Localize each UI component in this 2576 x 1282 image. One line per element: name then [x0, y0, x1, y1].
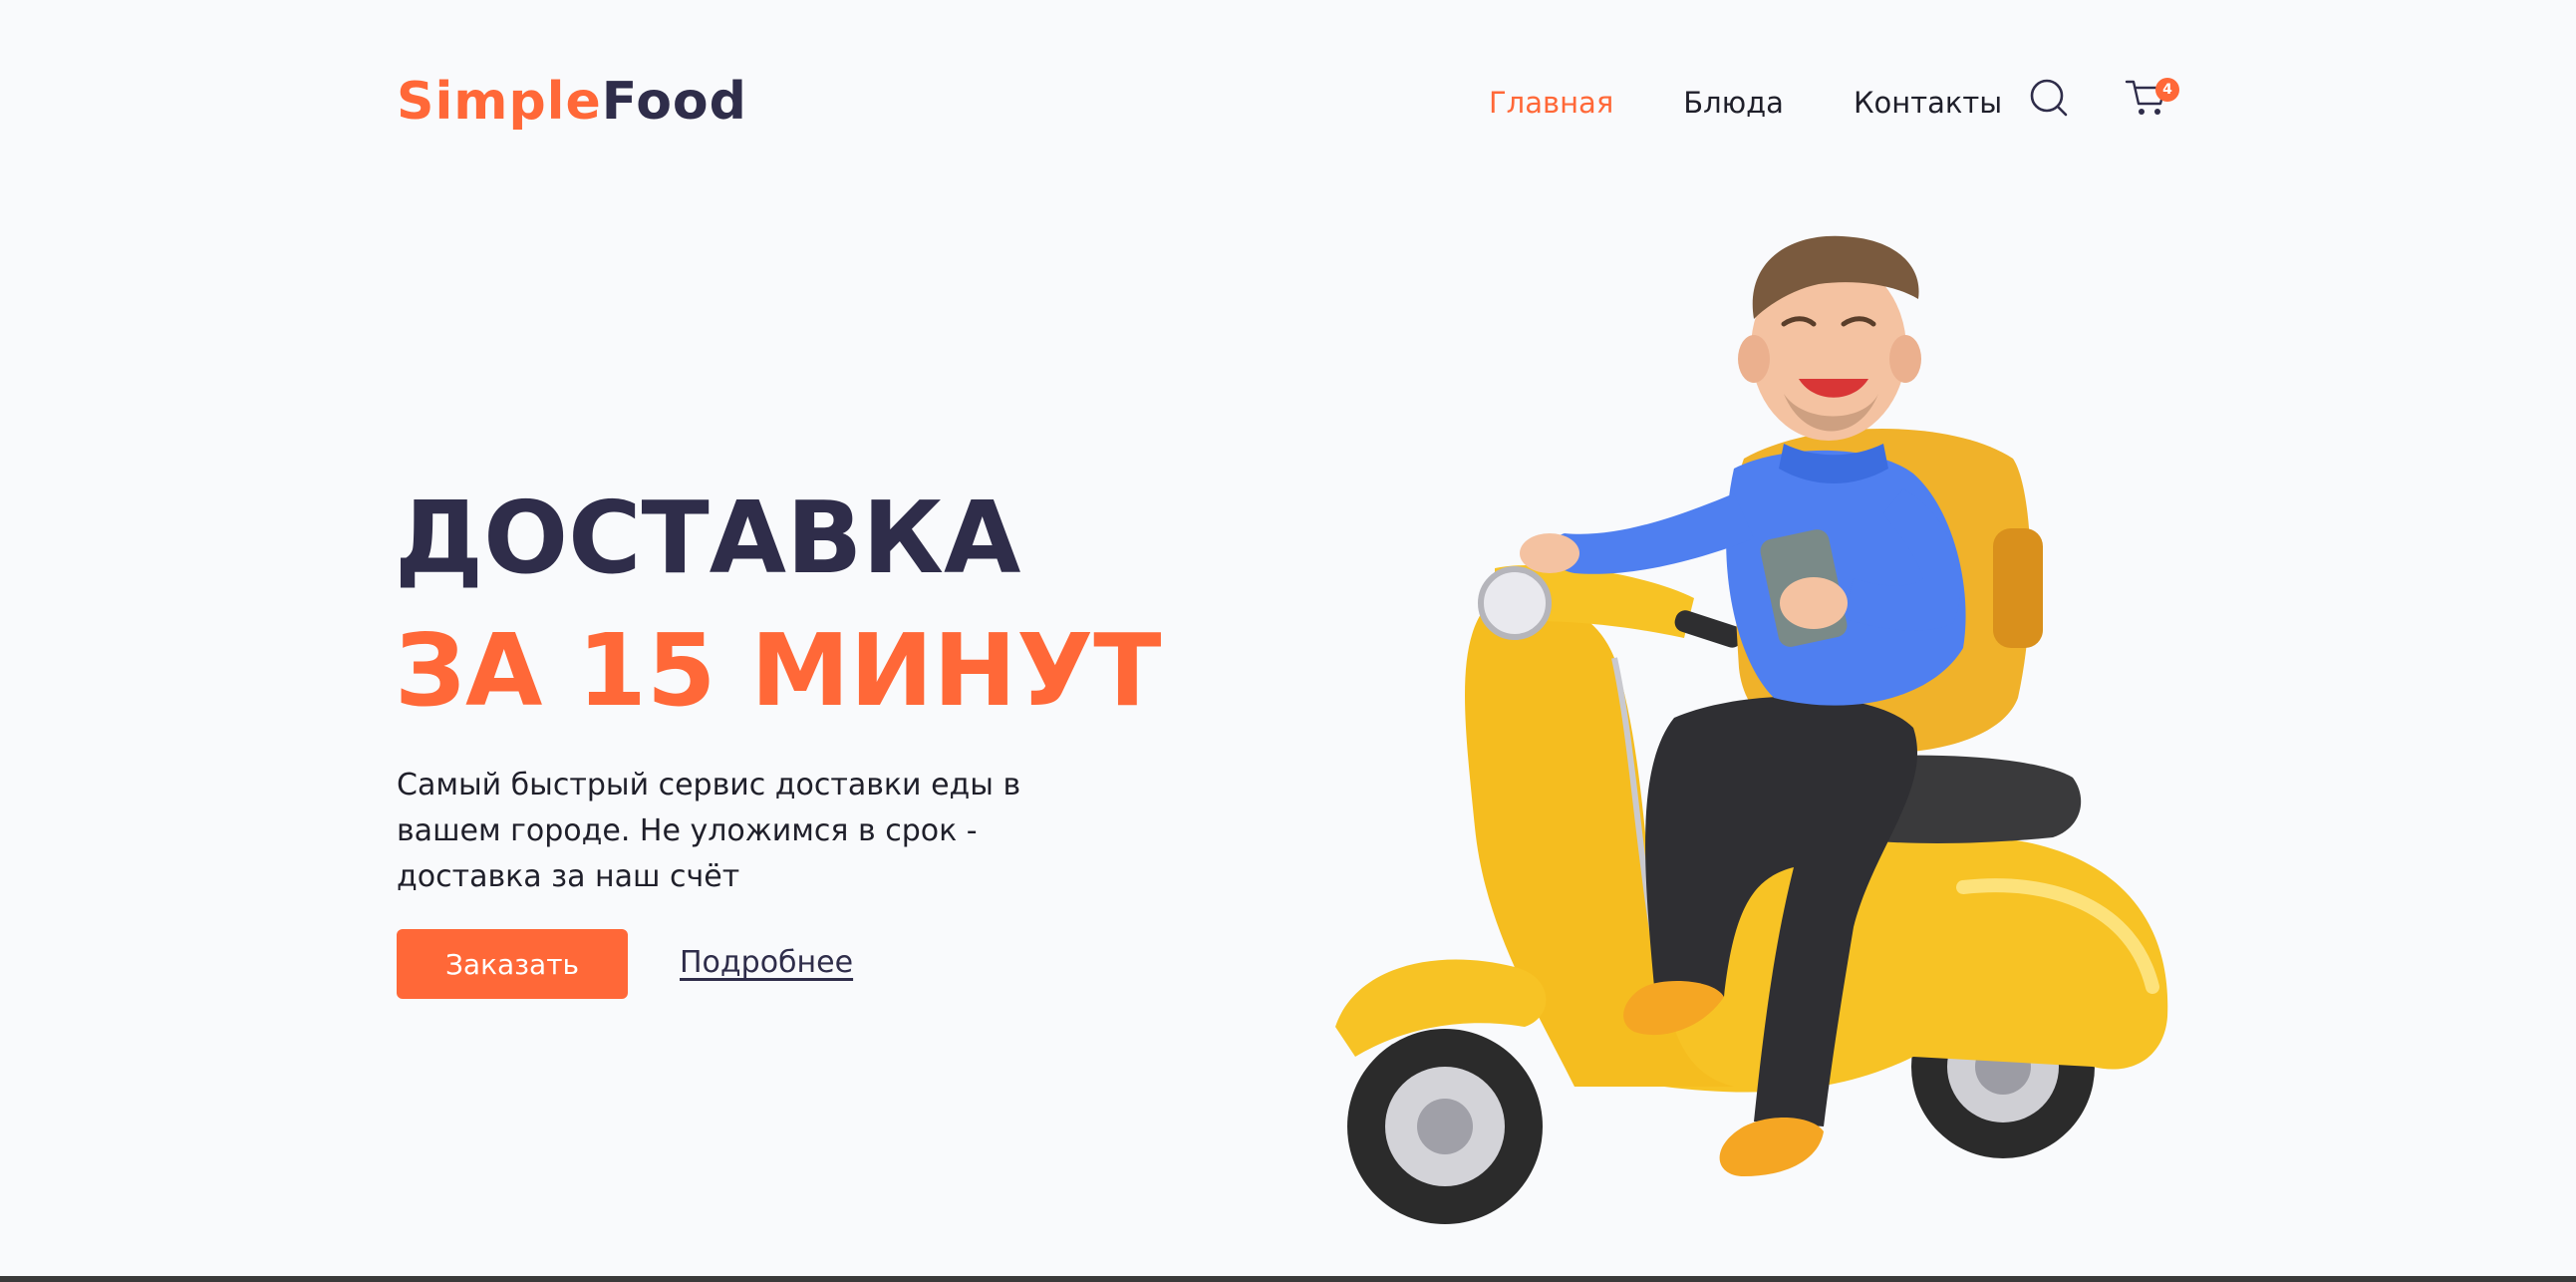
- logo[interactable]: SimpleFood: [397, 72, 747, 132]
- nav-item-home[interactable]: Главная: [1489, 86, 1613, 120]
- logo-part-food: Food: [601, 72, 747, 132]
- order-button[interactable]: Заказать: [397, 929, 628, 999]
- headlight: [1478, 566, 1552, 640]
- more-link[interactable]: Подробнее: [680, 945, 853, 980]
- hero-description: Самый быстрый сервис доставки еды в ваше…: [397, 768, 1021, 894]
- bottom-edge: [0, 1276, 2576, 1282]
- courier-scooter-illustration: [1335, 235, 2168, 1224]
- courier-head: [1738, 235, 1921, 441]
- logo-part-simple: Simple: [397, 72, 602, 132]
- front-wheel: [1347, 1029, 1543, 1224]
- nav-item-dishes[interactable]: Блюда: [1683, 86, 1784, 120]
- search-button[interactable]: [2029, 78, 2069, 120]
- page: SimpleFood Главная Блюда Контакты 4 ДОСТ…: [0, 0, 2576, 1282]
- hero-title-line2: ЗА 15 МИНУТ: [395, 612, 1162, 729]
- main-nav: Главная Блюда Контакты: [1489, 86, 2002, 120]
- nav-item-contacts[interactable]: Контакты: [1854, 86, 2002, 120]
- cart-count-badge: 4: [2155, 78, 2179, 102]
- hero-title-line1: ДОСТАВКА: [395, 480, 1021, 596]
- search-icon: [2030, 79, 2068, 117]
